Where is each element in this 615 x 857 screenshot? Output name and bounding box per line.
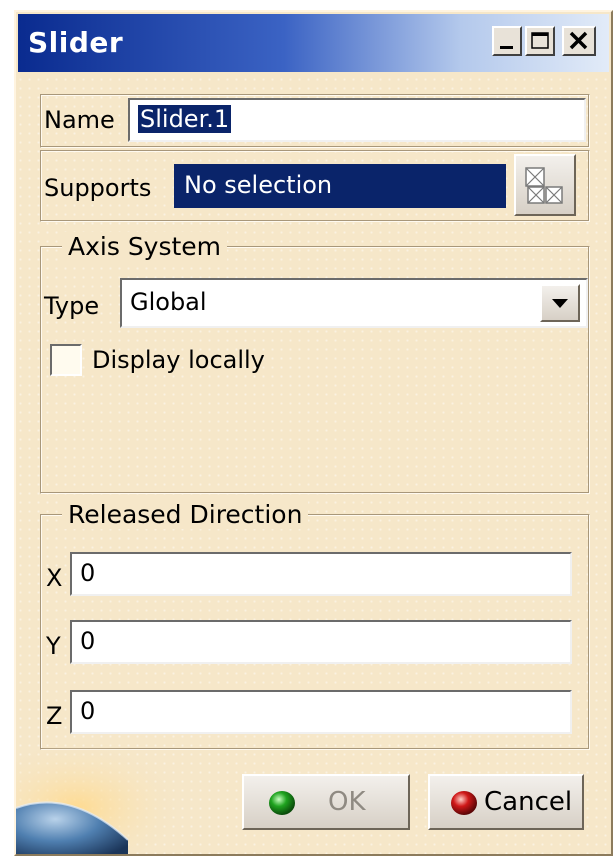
ok-label: OK (328, 787, 366, 817)
cancel-button[interactable]: Cancel (428, 774, 584, 830)
green-light-icon (269, 791, 295, 815)
supports-value: No selection (184, 171, 333, 199)
planet-decoration-icon (16, 742, 176, 854)
close-button[interactable] (562, 26, 596, 56)
chevron-down-icon (552, 299, 568, 308)
name-label: Name (44, 106, 115, 134)
type-dropdown[interactable]: Global (120, 278, 588, 328)
released-direction-legend: Released Direction (62, 500, 309, 529)
supports-selection-field[interactable]: No selection (174, 164, 506, 208)
x-input[interactable]: 0 (70, 552, 572, 596)
display-locally-checkbox[interactable] (50, 344, 82, 376)
name-value: Slider.1 (138, 105, 232, 133)
minimize-icon (500, 46, 513, 49)
z-input[interactable]: 0 (70, 690, 572, 734)
ok-button[interactable]: OK (242, 774, 410, 830)
supports-list-button[interactable] (514, 154, 576, 216)
type-label: Type (44, 292, 100, 320)
y-input[interactable]: 0 (70, 620, 572, 664)
red-light-icon (451, 791, 477, 815)
y-value: 0 (80, 627, 96, 655)
type-value: Global (130, 288, 207, 316)
z-label: Z (46, 702, 63, 730)
minimize-button[interactable] (492, 26, 522, 56)
x-value: 0 (80, 559, 96, 587)
supports-label: Supports (44, 174, 152, 202)
x-label: X (46, 564, 63, 592)
window-title: Slider (28, 26, 124, 59)
type-dropdown-button[interactable] (540, 284, 580, 322)
multi-selection-icon (525, 167, 563, 204)
title-bar[interactable]: Slider (18, 14, 609, 72)
display-locally-label: Display locally (92, 346, 265, 374)
z-value: 0 (80, 697, 96, 725)
y-label: Y (46, 632, 61, 660)
close-icon (569, 31, 588, 50)
cancel-label: Cancel (484, 787, 573, 817)
name-input[interactable]: Slider.1 (128, 98, 586, 142)
slider-dialog: Slider Name Slider.1 Supports No selecti… (14, 10, 613, 856)
maximize-icon (531, 32, 549, 49)
maximize-button[interactable] (525, 26, 555, 56)
axis-system-legend: Axis System (62, 232, 228, 261)
